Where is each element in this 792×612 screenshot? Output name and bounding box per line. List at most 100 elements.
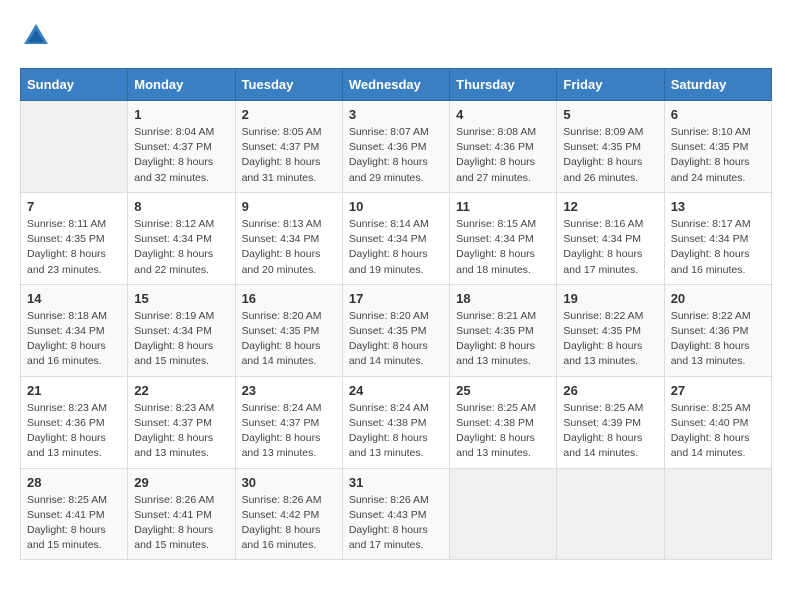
page-header <box>20 20 772 52</box>
weekday-header: Sunday <box>21 69 128 101</box>
day-info: Sunrise: 8:25 AMSunset: 4:40 PMDaylight:… <box>671 401 765 462</box>
day-info: Sunrise: 8:24 AMSunset: 4:38 PMDaylight:… <box>349 401 443 462</box>
calendar-cell: 5 Sunrise: 8:09 AMSunset: 4:35 PMDaylight… <box>557 101 664 193</box>
day-number: 7 <box>27 199 121 214</box>
day-number: 22 <box>134 383 228 398</box>
day-info: Sunrise: 8:22 AMSunset: 4:36 PMDaylight:… <box>671 309 765 370</box>
day-number: 24 <box>349 383 443 398</box>
calendar-cell: 16 Sunrise: 8:20 AMSunset: 4:35 PMDayligh… <box>235 284 342 376</box>
calendar-cell: 14 Sunrise: 8:18 AMSunset: 4:34 PMDayligh… <box>21 284 128 376</box>
day-info: Sunrise: 8:19 AMSunset: 4:34 PMDaylight:… <box>134 309 228 370</box>
calendar-cell: 25 Sunrise: 8:25 AMSunset: 4:38 PMDayligh… <box>450 376 557 468</box>
day-number: 21 <box>27 383 121 398</box>
day-info: Sunrise: 8:23 AMSunset: 4:37 PMDaylight:… <box>134 401 228 462</box>
calendar-cell: 26 Sunrise: 8:25 AMSunset: 4:39 PMDayligh… <box>557 376 664 468</box>
day-number: 23 <box>242 383 336 398</box>
day-number: 19 <box>563 291 657 306</box>
day-number: 29 <box>134 475 228 490</box>
weekday-header: Tuesday <box>235 69 342 101</box>
day-info: Sunrise: 8:25 AMSunset: 4:38 PMDaylight:… <box>456 401 550 462</box>
calendar-week-row: 21 Sunrise: 8:23 AMSunset: 4:36 PMDayligh… <box>21 376 772 468</box>
calendar-cell: 3Sunrise: 8:07 AMSunset: 4:36 PMDaylight… <box>342 101 449 193</box>
calendar-cell: 27 Sunrise: 8:25 AMSunset: 4:40 PMDayligh… <box>664 376 771 468</box>
calendar-week-row: 28 Sunrise: 8:25 AMSunset: 4:41 PMDayligh… <box>21 468 772 560</box>
day-number: 10 <box>349 199 443 214</box>
calendar-cell: 19 Sunrise: 8:22 AMSunset: 4:35 PMDayligh… <box>557 284 664 376</box>
calendar-week-row: 7Sunrise: 8:11 AMSunset: 4:35 PMDaylight… <box>21 192 772 284</box>
calendar-cell <box>557 468 664 560</box>
day-number: 5 <box>563 107 657 122</box>
day-number: 28 <box>27 475 121 490</box>
day-number: 15 <box>134 291 228 306</box>
calendar-cell: 2 Sunrise: 8:05 AMSunset: 4:37 PMDaylight… <box>235 101 342 193</box>
logo <box>20 20 56 52</box>
day-number: 4 <box>456 107 550 122</box>
day-number: 1 <box>134 107 228 122</box>
calendar-cell: 20 Sunrise: 8:22 AMSunset: 4:36 PMDayligh… <box>664 284 771 376</box>
calendar-cell: 12 Sunrise: 8:16 AMSunset: 4:34 PMDayligh… <box>557 192 664 284</box>
day-number: 9 <box>242 199 336 214</box>
calendar-cell: 4Sunrise: 8:08 AMSunset: 4:36 PMDaylight… <box>450 101 557 193</box>
day-number: 3 <box>349 107 443 122</box>
day-number: 27 <box>671 383 765 398</box>
weekday-header: Thursday <box>450 69 557 101</box>
calendar-cell: 30Sunrise: 8:26 AMSunset: 4:42 PMDayligh… <box>235 468 342 560</box>
calendar-cell: 9 Sunrise: 8:13 AMSunset: 4:34 PMDaylight… <box>235 192 342 284</box>
day-number: 2 <box>242 107 336 122</box>
weekday-header: Monday <box>128 69 235 101</box>
day-info: Sunrise: 8:25 AMSunset: 4:39 PMDaylight:… <box>563 401 657 462</box>
calendar-cell: 29Sunrise: 8:26 AMSunset: 4:41 PMDayligh… <box>128 468 235 560</box>
day-number: 12 <box>563 199 657 214</box>
day-info: Sunrise: 8:13 AMSunset: 4:34 PMDaylight:… <box>242 217 336 278</box>
day-info: Sunrise: 8:20 AMSunset: 4:35 PMDaylight:… <box>242 309 336 370</box>
day-info: Sunrise: 8:09 AMSunset: 4:35 PMDaylight:… <box>563 125 657 186</box>
day-info: Sunrise: 8:24 AMSunset: 4:37 PMDaylight:… <box>242 401 336 462</box>
day-number: 16 <box>242 291 336 306</box>
calendar-cell: 21 Sunrise: 8:23 AMSunset: 4:36 PMDayligh… <box>21 376 128 468</box>
day-number: 25 <box>456 383 550 398</box>
day-number: 11 <box>456 199 550 214</box>
calendar-cell: 18 Sunrise: 8:21 AMSunset: 4:35 PMDayligh… <box>450 284 557 376</box>
day-info: Sunrise: 8:23 AMSunset: 4:36 PMDaylight:… <box>27 401 121 462</box>
calendar-cell: 15 Sunrise: 8:19 AMSunset: 4:34 PMDayligh… <box>128 284 235 376</box>
day-info: Sunrise: 8:17 AMSunset: 4:34 PMDaylight:… <box>671 217 765 278</box>
calendar-header: SundayMondayTuesdayWednesdayThursdayFrid… <box>21 69 772 101</box>
day-info: Sunrise: 8:12 AMSunset: 4:34 PMDaylight:… <box>134 217 228 278</box>
day-info: Sunrise: 8:16 AMSunset: 4:34 PMDaylight:… <box>563 217 657 278</box>
day-number: 6 <box>671 107 765 122</box>
day-number: 14 <box>27 291 121 306</box>
calendar-week-row: 1Sunrise: 8:04 AMSunset: 4:37 PMDaylight… <box>21 101 772 193</box>
weekday-header: Wednesday <box>342 69 449 101</box>
day-info: Sunrise: 8:18 AMSunset: 4:34 PMDaylight:… <box>27 309 121 370</box>
day-info: Sunrise: 8:26 AMSunset: 4:43 PMDaylight:… <box>349 493 443 554</box>
calendar-cell <box>664 468 771 560</box>
day-number: 18 <box>456 291 550 306</box>
logo-icon <box>20 20 52 52</box>
calendar-cell: 11 Sunrise: 8:15 AMSunset: 4:34 PMDayligh… <box>450 192 557 284</box>
day-number: 26 <box>563 383 657 398</box>
day-number: 30 <box>242 475 336 490</box>
day-info: Sunrise: 8:21 AMSunset: 4:35 PMDaylight:… <box>456 309 550 370</box>
calendar-body: 1Sunrise: 8:04 AMSunset: 4:37 PMDaylight… <box>21 101 772 560</box>
calendar-cell: 10Sunrise: 8:14 AMSunset: 4:34 PMDayligh… <box>342 192 449 284</box>
day-info: Sunrise: 8:20 AMSunset: 4:35 PMDaylight:… <box>349 309 443 370</box>
day-number: 20 <box>671 291 765 306</box>
calendar-cell: 17Sunrise: 8:20 AMSunset: 4:35 PMDayligh… <box>342 284 449 376</box>
calendar-cell: 31Sunrise: 8:26 AMSunset: 4:43 PMDayligh… <box>342 468 449 560</box>
calendar-cell: 8 Sunrise: 8:12 AMSunset: 4:34 PMDaylight… <box>128 192 235 284</box>
weekday-header: Friday <box>557 69 664 101</box>
calendar-cell: 23 Sunrise: 8:24 AMSunset: 4:37 PMDayligh… <box>235 376 342 468</box>
day-number: 8 <box>134 199 228 214</box>
day-number: 13 <box>671 199 765 214</box>
calendar-cell: 28 Sunrise: 8:25 AMSunset: 4:41 PMDayligh… <box>21 468 128 560</box>
calendar-cell: 7Sunrise: 8:11 AMSunset: 4:35 PMDaylight… <box>21 192 128 284</box>
day-info: Sunrise: 8:22 AMSunset: 4:35 PMDaylight:… <box>563 309 657 370</box>
day-info: Sunrise: 8:10 AMSunset: 4:35 PMDaylight:… <box>671 125 765 186</box>
calendar-cell <box>450 468 557 560</box>
day-info: Sunrise: 8:05 AMSunset: 4:37 PMDaylight:… <box>242 125 336 186</box>
calendar-cell: 22 Sunrise: 8:23 AMSunset: 4:37 PMDayligh… <box>128 376 235 468</box>
day-info: Sunrise: 8:25 AMSunset: 4:41 PMDaylight:… <box>27 493 121 554</box>
calendar-cell: 1Sunrise: 8:04 AMSunset: 4:37 PMDaylight… <box>128 101 235 193</box>
day-info: Sunrise: 8:15 AMSunset: 4:34 PMDaylight:… <box>456 217 550 278</box>
calendar-cell <box>21 101 128 193</box>
